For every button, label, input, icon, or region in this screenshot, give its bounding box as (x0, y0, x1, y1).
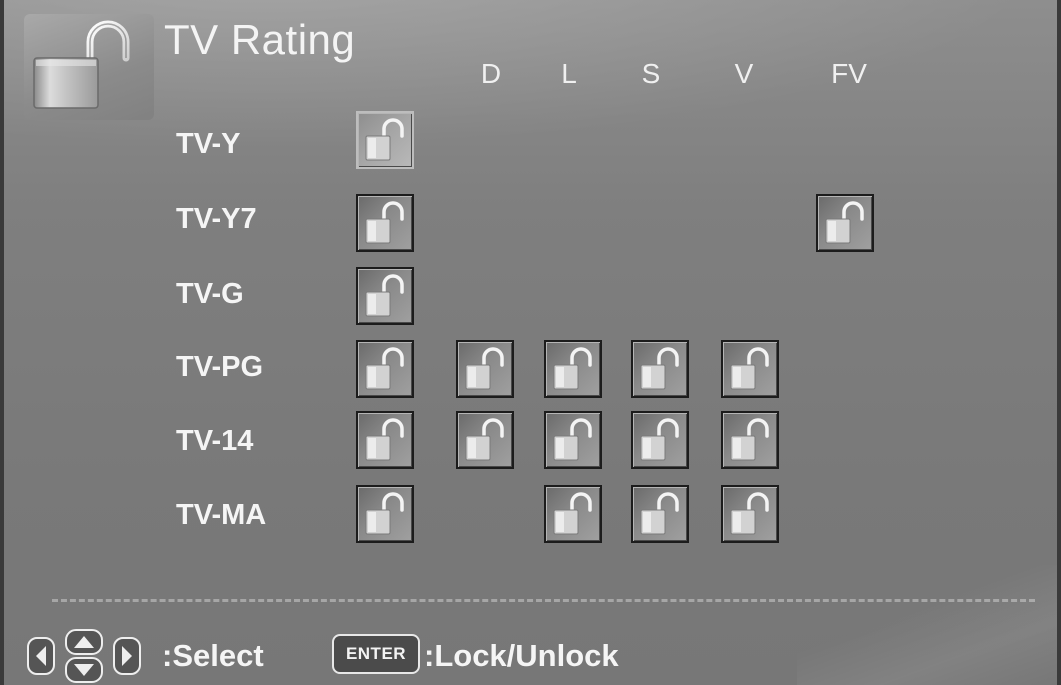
lock-toggle-tv-14-v[interactable] (721, 411, 779, 469)
column-header-fv: FV (831, 58, 867, 89)
lock-toggle-tv-14-l[interactable] (544, 411, 602, 469)
page-title: TV Rating (164, 16, 356, 63)
lock-toggle-tv-14-d[interactable] (456, 411, 514, 469)
lock-toggle-tv-g-rating[interactable] (356, 267, 414, 325)
enter-key-icon: ENTER (332, 634, 420, 674)
header-gloss (4, 0, 1057, 150)
divider (52, 599, 1035, 602)
row-label-tv-g: TV-G (176, 278, 244, 310)
lock-toggle-tv-pg-v[interactable] (721, 340, 779, 398)
row-label-tv-pg: TV-PG (176, 351, 264, 383)
row-label-tv-y: TV-Y (176, 128, 241, 160)
row-label-tv-y7: TV-Y7 (176, 203, 257, 235)
lock-unlock-hint-label: :Lock/Unlock (424, 638, 619, 673)
lock-toggle-tv-pg-rating[interactable] (356, 340, 414, 398)
footer-hints: :Select ENTER :Lock/Unlock (26, 628, 1026, 683)
row-label-tv-14: TV-14 (176, 425, 254, 457)
select-hint-label: :Select (162, 638, 264, 673)
tv-rating-screen: TV Rating D L S V FV TV-Y TV-Y7 TV-G TV-… (0, 0, 1061, 685)
lock-toggle-tv-ma-v[interactable] (721, 485, 779, 543)
lock-toggle-tv-pg-d[interactable] (456, 340, 514, 398)
column-header-s: S (641, 58, 661, 89)
row-label-tv-ma: TV-MA (176, 499, 267, 531)
unlocked-padlock-icon (24, 14, 154, 120)
lock-toggle-tv-14-s[interactable] (631, 411, 689, 469)
lock-toggle-tv-pg-l[interactable] (544, 340, 602, 398)
lock-toggle-tv-14-rating[interactable] (356, 411, 414, 469)
lock-toggle-tv-ma-rating[interactable] (356, 485, 414, 543)
arrow-keys-icon (26, 628, 150, 684)
lock-toggle-tv-ma-s[interactable] (631, 485, 689, 543)
lock-toggle-tv-pg-s[interactable] (631, 340, 689, 398)
column-header-l: L (561, 58, 577, 89)
lock-toggle-tv-y7-fv[interactable] (816, 194, 874, 252)
lock-toggle-tv-ma-l[interactable] (544, 485, 602, 543)
column-header-d: D (480, 58, 502, 89)
column-header-v: V (734, 58, 754, 89)
lock-toggle-tv-y-rating[interactable] (356, 111, 414, 169)
lock-toggle-tv-y7-rating[interactable] (356, 194, 414, 252)
